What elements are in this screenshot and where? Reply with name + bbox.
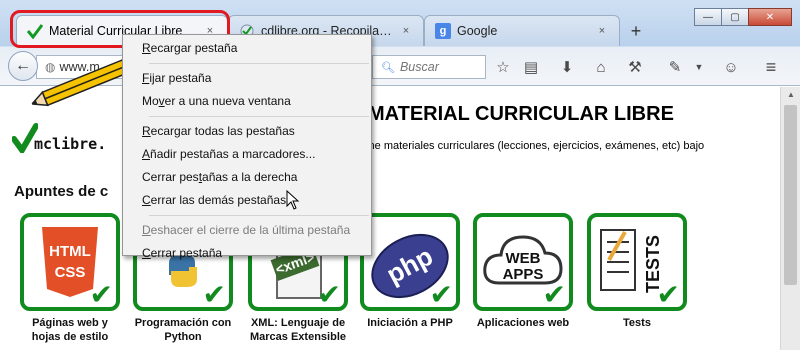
menu-item-text: eshacer el cierre de la última pestaña — [150, 223, 351, 237]
svg-text:CSS: CSS — [55, 264, 86, 281]
check-icon: ✔ — [202, 279, 226, 310]
check-icon: ✔ — [542, 279, 566, 310]
menu-separator — [149, 116, 369, 117]
close-window-button[interactable]: ✕ — [748, 8, 792, 26]
tab-google[interactable]: g Google × — [424, 15, 620, 46]
card-php[interactable]: php ✔ Iniciación a PHP — [360, 213, 460, 330]
scroll-up-icon[interactable]: ▲ — [781, 87, 800, 103]
minimize-button[interactable]: — — [694, 8, 722, 26]
search-input[interactable] — [399, 60, 480, 74]
svg-text:APPS: APPS — [503, 266, 544, 283]
menu-item-text: C — [142, 246, 151, 260]
menu-item-10: Deshacer el cierre de la última pestaña — [123, 219, 371, 242]
menu-item-text: Cerrar pes — [142, 170, 199, 184]
svg-text:HTML: HTML — [49, 243, 91, 260]
page-description: b contiene materiales curriculares (lecc… — [330, 140, 705, 152]
close-tab-icon[interactable]: × — [399, 25, 413, 37]
check-icon: ✔ — [429, 279, 453, 310]
card-tests[interactable]: TESTS ✔ Tests — [587, 213, 687, 330]
check-icon: ✔ — [89, 279, 113, 310]
menu-item-text: R — [142, 41, 151, 55]
back-button[interactable]: ← — [8, 51, 38, 81]
search-engine-icon: 🔍︎ — [381, 61, 395, 74]
close-tab-icon[interactable]: × — [595, 25, 609, 37]
tab-context-menu: Recargar pestaña Fijar pestaña Mover a una… — [122, 34, 372, 260]
eyedropper-icon[interactable]: ✎ — [664, 57, 686, 77]
search-bar[interactable]: 🔍︎ — [372, 55, 486, 79]
php-icon: php ✔ — [360, 213, 460, 311]
chevron-down-icon[interactable]: ▼ — [688, 57, 710, 77]
card-caption: Aplicaciones web — [476, 317, 570, 329]
globe-icon: ◍ — [45, 60, 56, 74]
menu-item-text: er a una nueva ventana — [164, 94, 291, 108]
menu-separator — [149, 63, 369, 64]
menu-item-text: D — [142, 223, 151, 237]
menu-item-text: ijar pestaña — [149, 71, 212, 85]
menu-item-6[interactable]: Añadir pestañas a marcadores... — [123, 143, 371, 166]
menu-item-7[interactable]: Cerrar pestañas a la derecha — [123, 166, 371, 189]
card-caption: Iniciación a PHP — [367, 317, 453, 329]
dev-tools-icon[interactable]: ⚒ — [624, 57, 646, 77]
menu-item-text: errar pestaña — [150, 246, 223, 260]
bookmark-star-icon[interactable]: ☆ — [492, 57, 514, 77]
menu-item-text: ñadir pestañas a marcadores... — [150, 147, 316, 161]
menu-item-3[interactable]: Mover a una nueva ventana — [123, 90, 371, 113]
green-check-icon — [27, 23, 43, 39]
window-controls: — ▢ ✕ — [694, 8, 792, 26]
google-icon: g — [435, 23, 451, 39]
menu-item-0[interactable]: Recargar pestaña — [123, 37, 371, 60]
maximize-button[interactable]: ▢ — [721, 8, 749, 26]
menu-hamburger-icon[interactable]: ≡ — [760, 57, 782, 77]
menu-item-text: C — [142, 193, 151, 207]
card-caption: Tests — [623, 317, 651, 329]
menu-item-2[interactable]: Fijar pestaña — [123, 67, 371, 90]
home-icon[interactable]: ⌂ — [590, 57, 612, 77]
web-apps-icon: WEB APPS ✔ — [473, 213, 573, 311]
menu-item-text: A — [142, 147, 151, 161]
section-heading: Apuntes de c — [14, 183, 109, 200]
logo-text: mclibre. — [34, 135, 107, 153]
menu-item-text: R — [142, 124, 151, 138]
svg-text:WEB: WEB — [506, 250, 541, 267]
page-title: MATERIAL CURRICULAR LIBRE — [368, 103, 674, 125]
menu-item-text: errar las demás pestañas — [150, 193, 287, 207]
mouse-cursor-icon — [286, 190, 300, 210]
html-css-icon: HTML CSS ✔ — [20, 213, 120, 311]
scrollbar-thumb[interactable] — [784, 105, 797, 285]
menu-item-5[interactable]: Recargar todas las pestañas — [123, 120, 371, 143]
menu-item-text: ecargar pestaña — [150, 41, 238, 55]
check-icon: ✔ — [317, 279, 341, 310]
page-content: mclibre. MATERIAL CURRICULAR LIBRE b con… — [0, 59, 780, 350]
card-caption: XML: Lenguaje de Marcas Extensible — [250, 317, 346, 343]
menu-separator — [149, 215, 369, 216]
reading-list-icon[interactable]: ▤ — [520, 57, 542, 77]
menu-item-text: añas a la derecha — [202, 170, 298, 184]
new-tab-button[interactable]: + — [626, 22, 646, 42]
menu-item-text: ecargar todas las pestañas — [150, 124, 295, 138]
back-arrow-icon: ← — [15, 57, 31, 74]
downloads-icon[interactable]: ⬇ — [556, 57, 578, 77]
card-caption: Programación con Python — [134, 317, 232, 343]
menu-item-8[interactable]: Cerrar las demás pestañas — [123, 189, 371, 212]
tests-icon: TESTS ✔ — [587, 213, 687, 311]
smiley-feedback-icon[interactable]: ☺ — [720, 57, 742, 77]
card-html-css[interactable]: HTML CSS ✔ Páginas web y hojas de estilo — [20, 213, 120, 344]
vertical-scrollbar[interactable]: ▲ — [780, 87, 800, 350]
menu-item-11[interactable]: Cerrar pestaña — [123, 242, 371, 265]
card-web-apps[interactable]: WEB APPS ✔ Aplicaciones web — [473, 213, 573, 330]
menu-item-text: Mo — [142, 94, 159, 108]
check-icon: ✔ — [656, 279, 680, 310]
tab-label: Google — [457, 24, 498, 38]
card-caption: Páginas web y hojas de estilo — [31, 317, 109, 343]
